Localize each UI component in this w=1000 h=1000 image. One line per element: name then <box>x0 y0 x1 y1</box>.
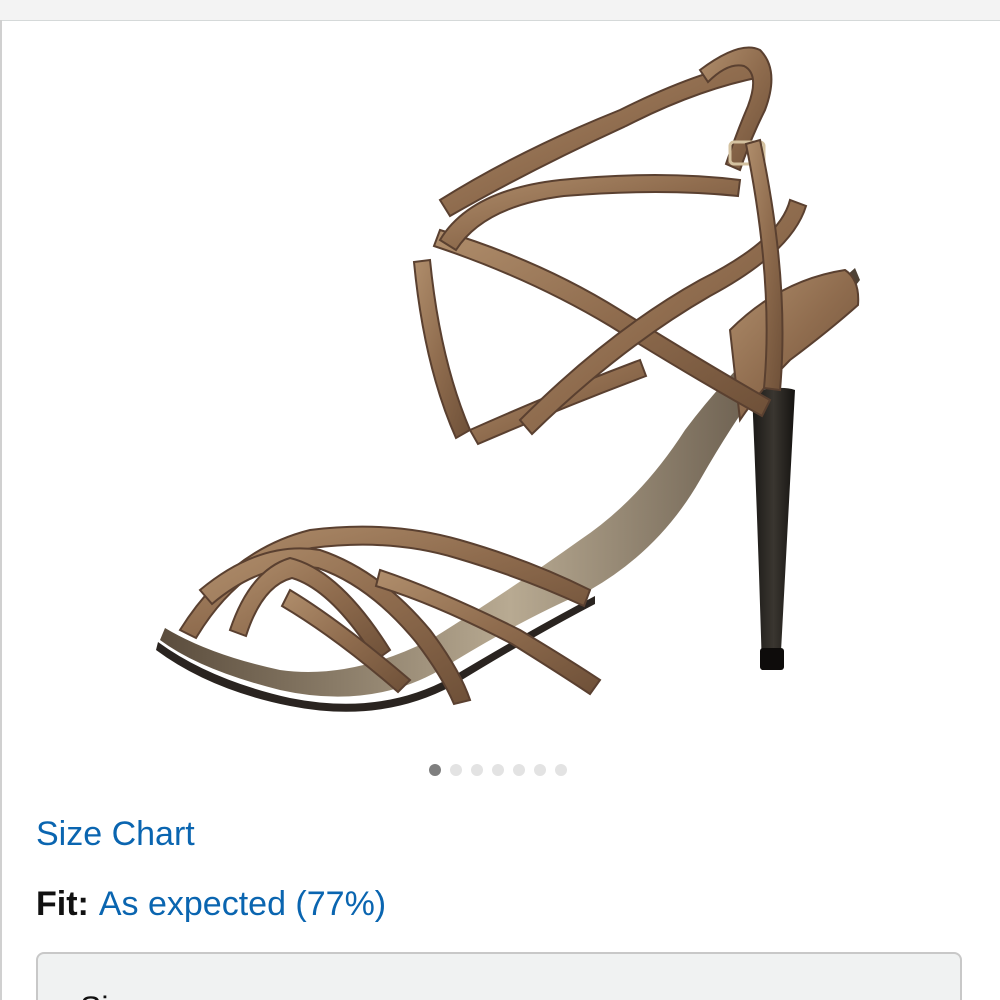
gallery-dot[interactable] <box>450 764 462 776</box>
size-chart-link[interactable]: Size Chart <box>36 812 195 856</box>
gallery-dot[interactable] <box>429 764 441 776</box>
product-image-gallery[interactable] <box>140 30 880 740</box>
size-selector-label: Size: <box>80 988 151 1000</box>
size-selector[interactable]: Size: <box>36 952 962 1000</box>
left-divider <box>0 20 2 1000</box>
gallery-pagination <box>0 764 1000 778</box>
gallery-dot[interactable] <box>471 764 483 776</box>
gallery-dot[interactable] <box>492 764 504 776</box>
product-image[interactable] <box>140 30 880 740</box>
fit-value-link[interactable]: As expected (77%) <box>99 885 386 923</box>
gallery-dot[interactable] <box>534 764 546 776</box>
top-bar <box>0 0 1000 21</box>
fit-label: Fit: <box>36 885 89 923</box>
gallery-dot[interactable] <box>555 764 567 776</box>
gallery-dot[interactable] <box>513 764 525 776</box>
product-page: Size Chart Fit: As expected (77%) Size: <box>0 0 1000 1000</box>
fit-row: Fit: As expected (77%) <box>36 882 386 926</box>
